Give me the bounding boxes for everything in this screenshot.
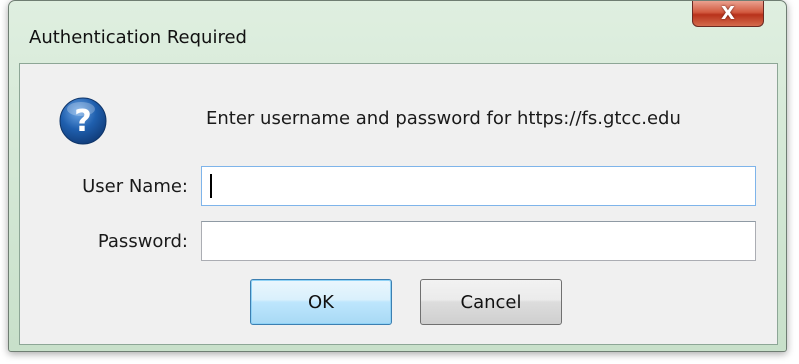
password-label: Password: bbox=[97, 231, 188, 252]
svg-text:?: ? bbox=[74, 104, 91, 139]
window-title: Authentication Required bbox=[29, 27, 247, 48]
username-label: User Name: bbox=[82, 176, 188, 197]
close-button[interactable]: X bbox=[692, 1, 764, 27]
password-input[interactable] bbox=[201, 221, 756, 261]
auth-prompt-text: Enter username and password for https://… bbox=[206, 108, 681, 129]
dialog-body: ? Enter username and password for https:… bbox=[19, 63, 778, 345]
question-icon: ? bbox=[59, 97, 107, 145]
text-cursor bbox=[210, 174, 212, 198]
title-bar[interactable]: Authentication Required X bbox=[9, 1, 786, 47]
auth-dialog-window: Authentication Required X ? Enter userna… bbox=[8, 0, 787, 352]
ok-button[interactable]: OK bbox=[250, 279, 392, 325]
cancel-button[interactable]: Cancel bbox=[420, 279, 562, 325]
username-input[interactable] bbox=[201, 166, 756, 206]
close-icon: X bbox=[721, 2, 735, 24]
